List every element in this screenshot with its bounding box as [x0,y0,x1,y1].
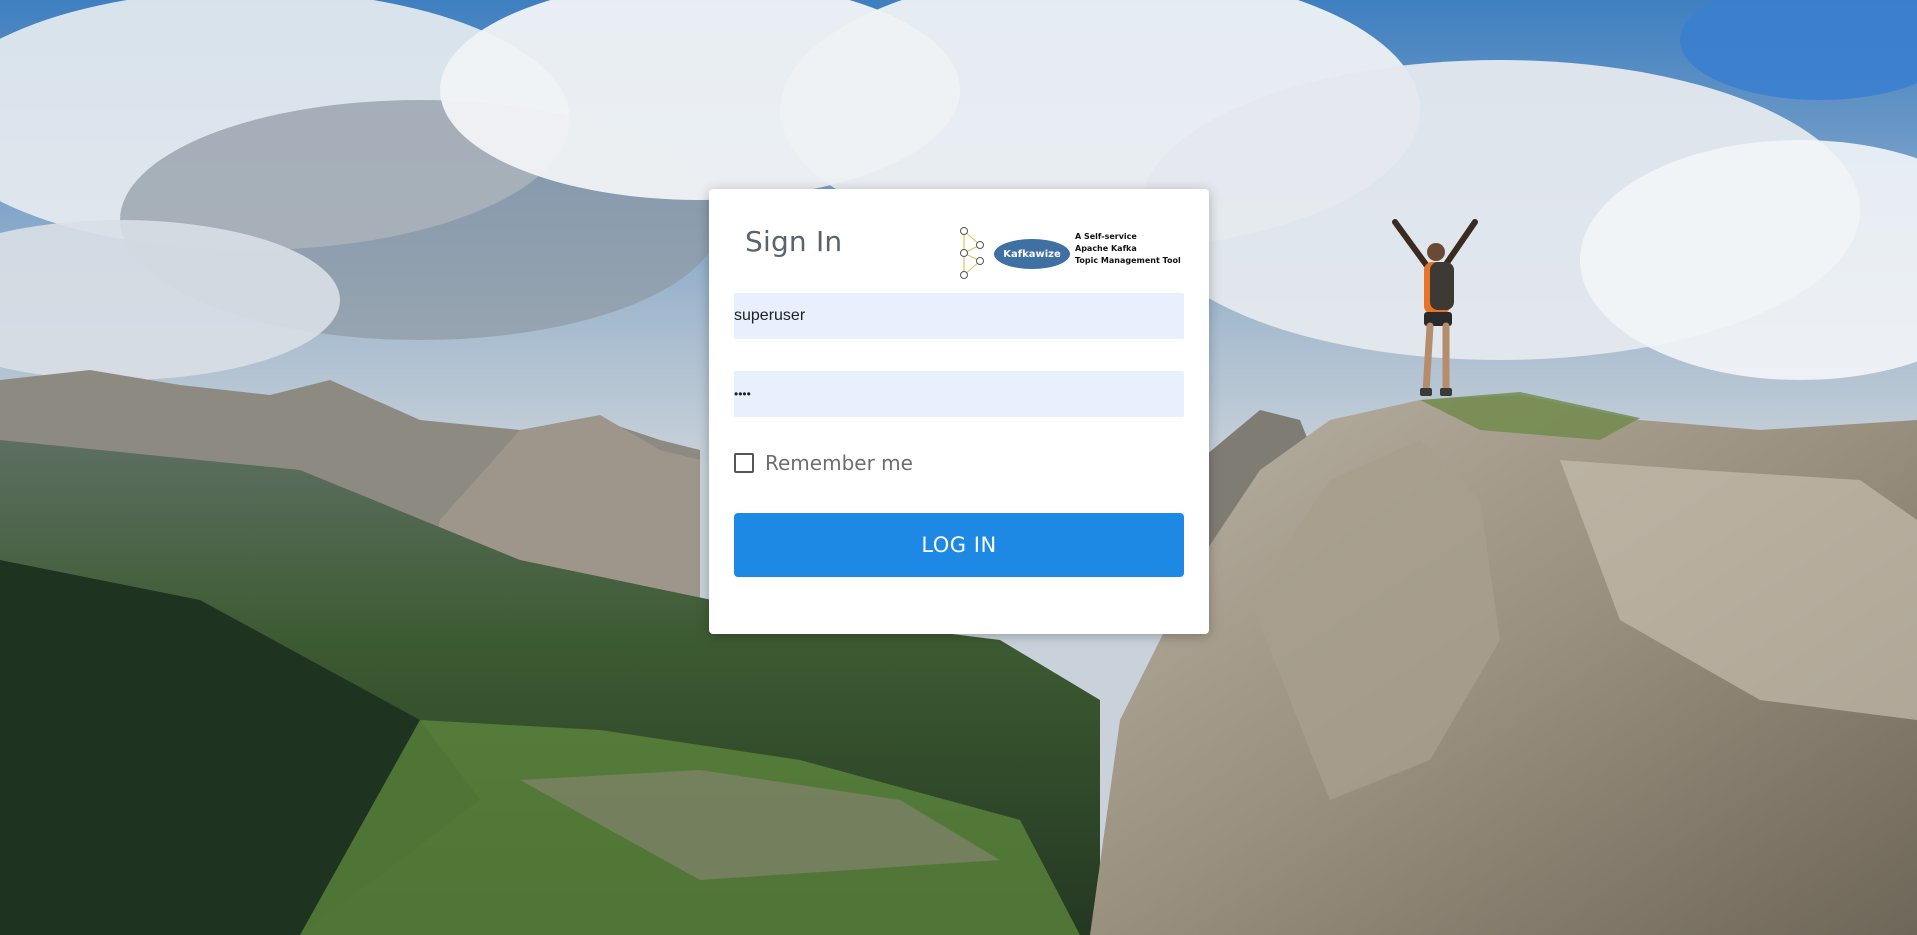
password-value: •••• [734,387,751,401]
logo-wordmark: Kafkawize [994,239,1070,269]
remember-me-option[interactable]: Remember me [734,451,913,475]
page-title: Sign In [745,225,843,258]
username-field[interactable]: superuser [734,293,1184,339]
password-field[interactable]: •••• [734,371,1184,417]
logo-tagline-line: A Self-service [1075,232,1137,241]
username-value: superuser [734,307,806,324]
logo-tagline: A Self-service Apache Kafka Topic Manage… [1075,231,1181,267]
logo-tagline-line: Topic Management Tool [1075,256,1181,265]
sign-in-card: Sign In Kafkawize A Self-service Apache … [709,189,1209,634]
login-button[interactable]: LOG IN [734,513,1184,577]
kafkawize-logo: Kafkawize A Self-service Apache Kafka To… [958,225,1181,281]
network-nodes-icon [960,227,984,279]
remember-me-label[interactable]: Remember me [765,451,913,475]
logo-tagline-line: Apache Kafka [1075,244,1137,253]
remember-me-checkbox[interactable] [734,453,754,473]
